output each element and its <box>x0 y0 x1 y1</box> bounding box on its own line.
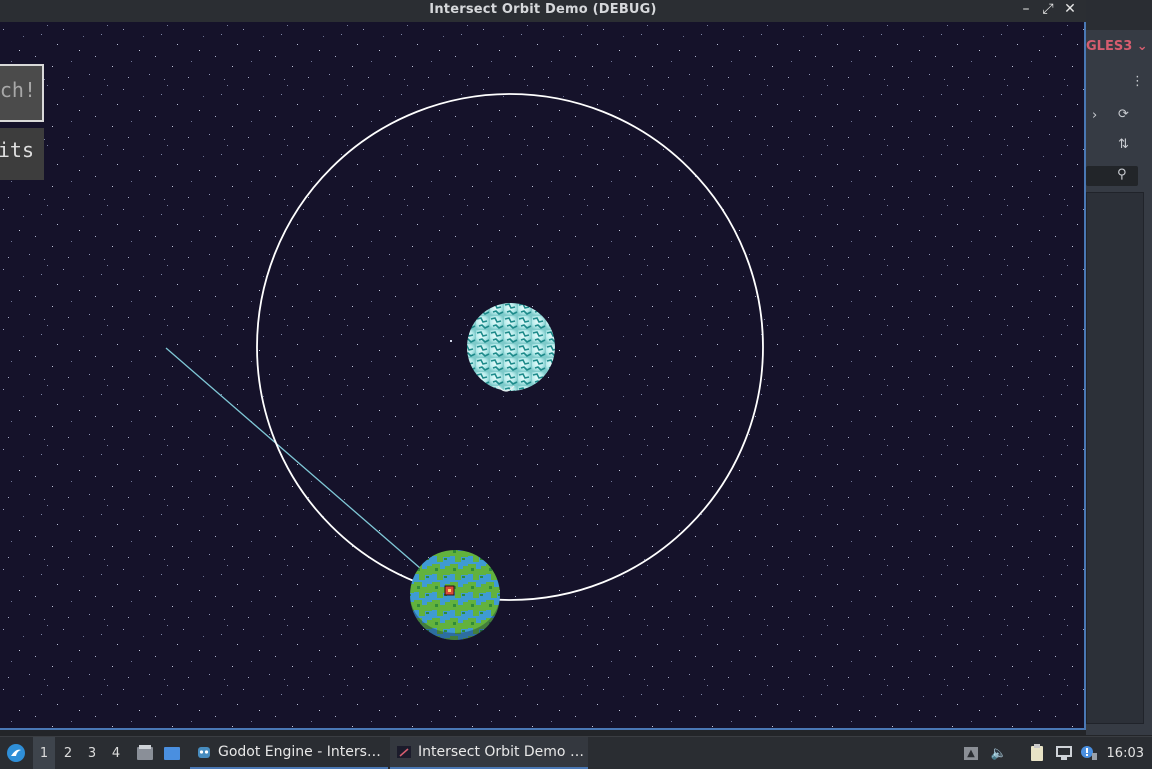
renderer-label[interactable]: GLES3 ⌄ <box>1086 39 1148 54</box>
start-menu-button[interactable] <box>4 737 28 769</box>
desktop-label: 3 <box>87 745 97 761</box>
credits-button-label: dits <box>0 138 34 162</box>
minimize-icon[interactable]: – <box>1018 1 1034 17</box>
godot-icon <box>198 747 210 758</box>
window-titlebar[interactable]: Intersect Orbit Demo (DEBUG) – ⤢ ✕ <box>0 0 1086 23</box>
task-intersect-orbit-demo[interactable]: Intersect Orbit Demo … <box>390 737 588 769</box>
maximize-icon[interactable]: ⤢ <box>1040 1 1056 17</box>
desktop-3[interactable]: 3 <box>81 737 103 769</box>
app-launcher-icon <box>7 744 25 762</box>
search-icon: ⚲ <box>1117 167 1127 182</box>
tray-expand-button[interactable]: ▲ <box>960 737 982 769</box>
spaceship-icon <box>444 585 455 596</box>
desktop-label: 2 <box>63 745 73 761</box>
close-icon[interactable]: ✕ <box>1062 1 1078 17</box>
central-planet <box>467 303 555 391</box>
task-godot-engine[interactable]: Godot Engine - Inters… <box>190 737 388 769</box>
file-manager-icon <box>137 745 153 760</box>
chevron-right-icon[interactable]: › <box>1092 108 1097 123</box>
editor-dock-panel <box>1086 192 1144 724</box>
window-title: Intersect Orbit Demo (DEBUG) <box>429 2 657 17</box>
target-marker <box>450 340 452 342</box>
volume-icon[interactable]: 🔈 <box>988 737 1010 769</box>
desktop-label: 4 <box>111 745 121 761</box>
task-label: Godot Engine - Inters… <box>218 744 381 760</box>
filter-icon[interactable]: ⇅ <box>1118 137 1129 152</box>
notification-icon[interactable] <box>1078 737 1100 769</box>
desktop-1[interactable]: 1 <box>33 737 55 769</box>
kebab-menu-icon[interactable]: ⋮ <box>1131 74 1144 89</box>
editor-search-field[interactable]: ⚲ <box>1086 166 1138 186</box>
game-window-icon <box>397 746 411 758</box>
game-canvas <box>0 22 1084 728</box>
chevron-up-icon: ▲ <box>964 746 978 760</box>
chevron-down-icon: ⌄ <box>1136 39 1148 54</box>
desktop-2[interactable]: 2 <box>57 737 79 769</box>
desktop-label: 1 <box>39 745 49 761</box>
show-desktop-launcher[interactable] <box>161 737 183 769</box>
clipboard-icon[interactable] <box>1026 737 1048 769</box>
game-viewport[interactable]: nch! dits <box>0 22 1086 730</box>
desktop-4[interactable]: 4 <box>105 737 127 769</box>
desktop-icon <box>164 747 180 760</box>
editor-topbar <box>1086 0 1152 30</box>
clock[interactable]: 16:03 <box>1107 737 1144 769</box>
credits-button[interactable]: dits <box>0 128 44 180</box>
network-icon[interactable] <box>1053 737 1075 769</box>
file-manager-launcher[interactable] <box>134 737 156 769</box>
history-icon[interactable]: ⟳ <box>1118 107 1129 122</box>
launch-button-label: nch! <box>0 78 36 102</box>
taskbar: 1 2 3 4 Godot Engine - Inters… Intersect… <box>0 736 1152 769</box>
task-label: Intersect Orbit Demo … <box>418 744 584 760</box>
launch-button[interactable]: nch! <box>0 64 44 122</box>
